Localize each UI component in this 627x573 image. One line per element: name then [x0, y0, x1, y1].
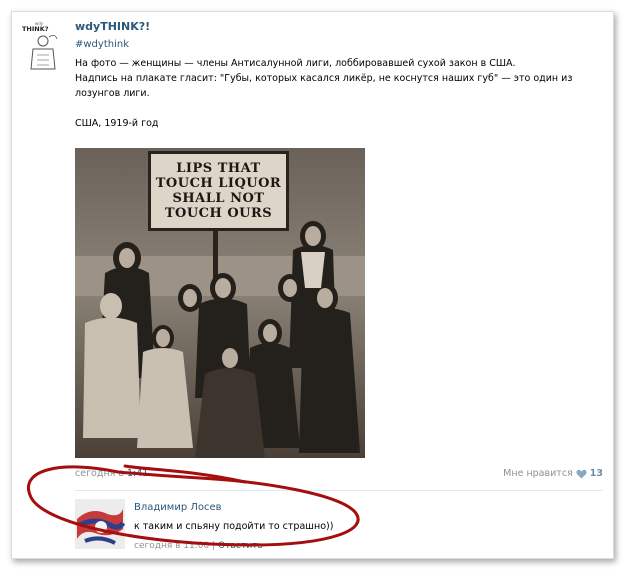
like-count: 13	[589, 468, 603, 479]
hashtag-link[interactable]: #wdythink	[75, 39, 129, 50]
like-label: Мне нравится	[503, 468, 573, 479]
sign-line: SHALL NOT	[172, 191, 265, 206]
comment-meta: сегодня в 11:00 | Ответить	[134, 541, 263, 551]
commenter-avatar[interactable]	[75, 499, 125, 549]
meta-separator: |	[212, 541, 216, 551]
post-text-line: США, 1919-й год	[75, 118, 159, 129]
post-card: wdy THINK? wdyTHINK?! #wdythink На фото …	[11, 11, 614, 559]
post-timestamp[interactable]: сегодня в 1:41	[75, 468, 148, 479]
svg-text:THINK?: THINK?	[22, 25, 49, 33]
comment-time[interactable]: сегодня в 11:00	[134, 541, 209, 551]
timestamp-value[interactable]: 1:41	[127, 468, 148, 479]
timestamp-prefix: сегодня в	[75, 468, 124, 479]
comment-text: к таким и спьяну подойти то страшно))	[134, 521, 334, 532]
group-name[interactable]: wdyTHINK?!	[75, 20, 150, 33]
post-photo[interactable]: LIPS THAT TOUCH LIQUOR SHALL NOT TOUCH O…	[75, 148, 365, 458]
divider	[75, 490, 603, 491]
sign-line: TOUCH LIQUOR	[155, 176, 282, 191]
group-avatar[interactable]: wdy THINK?	[21, 19, 65, 73]
post-text-line: На фото — женщины — члены Антисалунной л…	[75, 58, 516, 69]
like-button[interactable]: Мне нравится 13	[503, 468, 603, 479]
heart-icon	[576, 469, 587, 479]
sign-line: TOUCH OURS	[164, 206, 273, 221]
reply-link[interactable]: Ответить	[218, 541, 263, 551]
sign-line: LIPS THAT	[176, 161, 261, 176]
photo-sign: LIPS THAT TOUCH LIQUOR SHALL NOT TOUCH O…	[148, 151, 289, 231]
post-text-line: Надпись на плакате гласит: "Губы, которы…	[75, 73, 573, 99]
post-text: На фото — женщины — члены Антисалунной л…	[75, 56, 590, 131]
commenter-name[interactable]: Владимир Лосев	[134, 502, 222, 513]
